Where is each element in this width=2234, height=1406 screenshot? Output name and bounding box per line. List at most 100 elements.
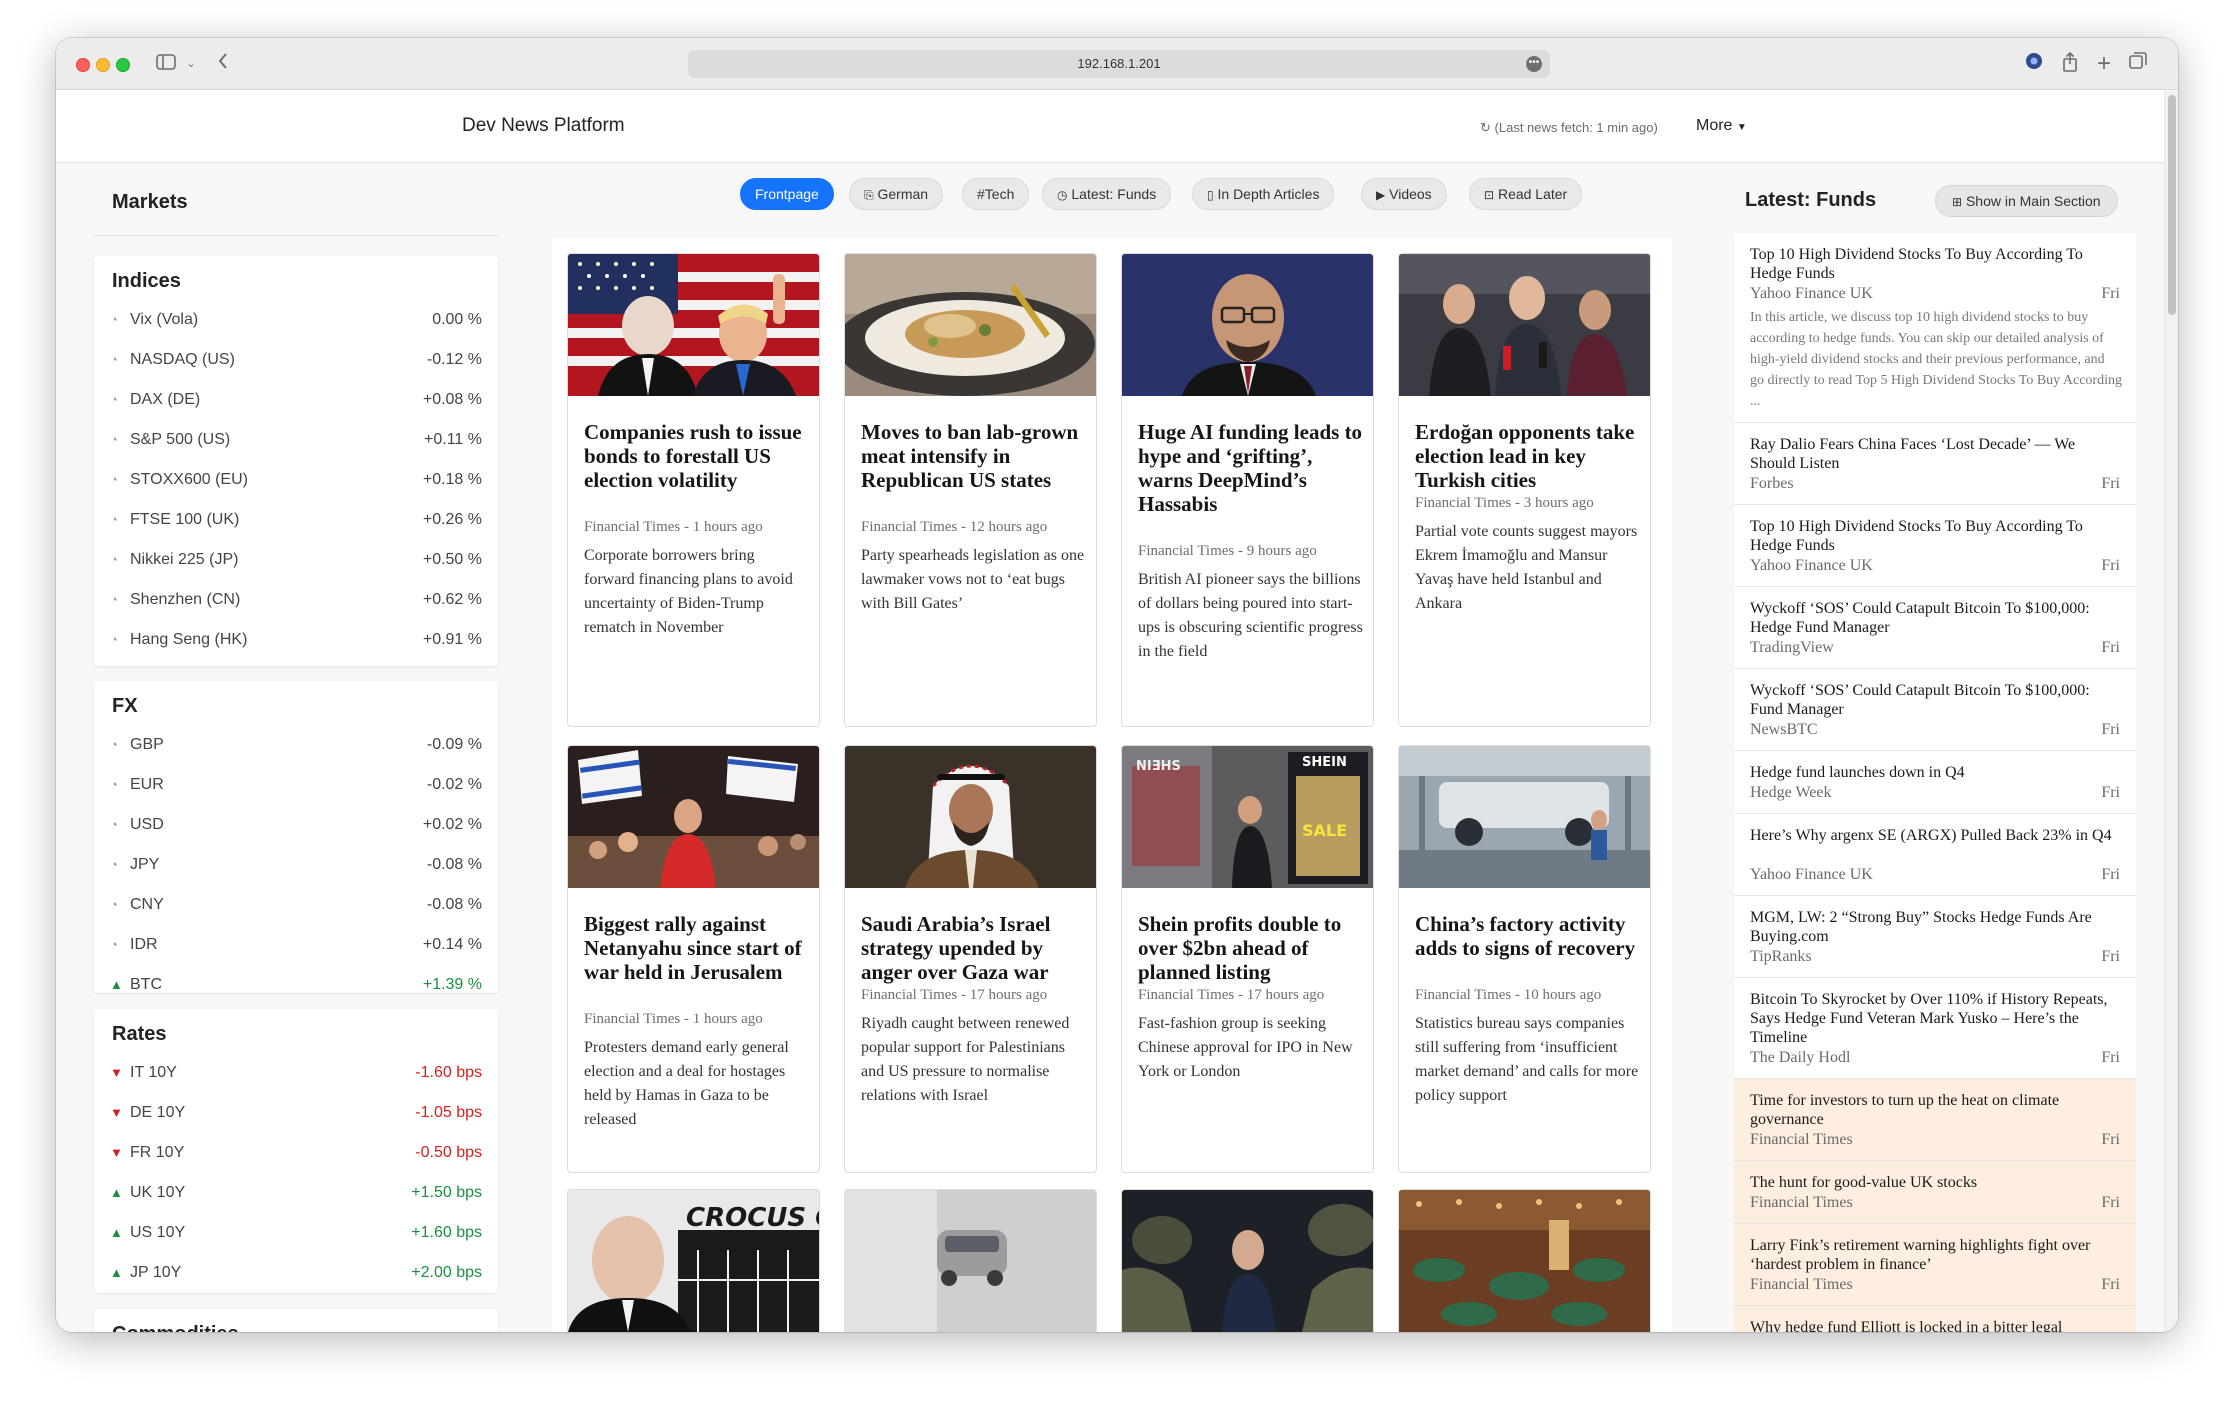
market-row[interactable]: ◔ JPY -0.08 %: [94, 846, 498, 886]
fund-news-item[interactable]: Ray Dalio Fears China Faces ‘Lost Decade…: [1734, 423, 2136, 505]
filter-in-depth-articles[interactable]: ▯ In Depth Articles: [1192, 178, 1335, 210]
fund-news-item[interactable]: The hunt for good-value UK stocks Financi…: [1734, 1161, 2136, 1224]
fund-news-title[interactable]: Bitcoin To Skyrocket by Over 110% if His…: [1750, 990, 2122, 1047]
address-bar[interactable]: 192.168.1.201 •••: [688, 50, 1550, 78]
market-name: GBP: [130, 736, 164, 753]
filter-latest-funds[interactable]: ◷ Latest: Funds: [1042, 178, 1172, 210]
market-row[interactable]: ◔ IDR +0.14 %: [94, 926, 498, 966]
market-row[interactable]: ▲ JP 10Y +2.00 bps: [94, 1254, 498, 1294]
article-card[interactable]: [1121, 1189, 1374, 1332]
article-card[interactable]: Biggest rally against Netanyahu since st…: [567, 745, 820, 1173]
fund-news-title[interactable]: Wyckoff ‘SOS’ Could Catapult Bitcoin To …: [1750, 599, 2122, 637]
fund-news-title[interactable]: Top 10 High Dividend Stocks To Buy Accor…: [1750, 245, 2122, 283]
market-row[interactable]: ▲ US 10Y +1.60 bps: [94, 1214, 498, 1254]
market-row[interactable]: ◔ EUR -0.02 %: [94, 766, 498, 806]
filter-videos[interactable]: ▶ Videos: [1361, 178, 1447, 210]
fund-news-title[interactable]: Hedge fund launches down in Q4: [1750, 763, 2122, 782]
more-dropdown[interactable]: More ▼: [1696, 117, 1747, 135]
fund-news-item[interactable]: Bitcoin To Skyrocket by Over 110% if His…: [1734, 978, 2136, 1079]
tab-overview-icon[interactable]: [2128, 52, 2148, 76]
market-row[interactable]: ▲ BTC +1.39 %: [94, 966, 498, 1006]
article-card[interactable]: China’s factory activity adds to signs o…: [1398, 745, 1651, 1173]
article-card[interactable]: Saudi Arabia’s Israel strategy upended b…: [844, 745, 1097, 1173]
fund-news-item[interactable]: Hedge fund launches down in Q4 Hedge Week…: [1734, 751, 2136, 814]
more-dots-icon[interactable]: •••: [1526, 56, 1542, 72]
article-card[interactable]: Moves to ban lab-grown meat intensify in…: [844, 253, 1097, 727]
market-value: -0.02 %: [426, 776, 482, 793]
market-row[interactable]: ▼ FR 10Y -0.50 bps: [94, 1134, 498, 1174]
fund-news-title[interactable]: Here’s Why argenx SE (ARGX) Pulled Back …: [1750, 826, 2122, 845]
scrollbar-thumb[interactable]: [2168, 95, 2176, 315]
share-icon[interactable]: [2060, 51, 2080, 76]
market-row[interactable]: ▲ UK 10Y +1.50 bps: [94, 1174, 498, 1214]
article-card[interactable]: [844, 1189, 1097, 1332]
article-title[interactable]: Erdoğan opponents take election lead in …: [1415, 420, 1640, 492]
zoom-window-button[interactable]: [116, 58, 130, 72]
market-row[interactable]: ◔ DAX (DE) +0.08 %: [94, 381, 498, 421]
article-title[interactable]: Saudi Arabia’s Israel strategy upended b…: [861, 912, 1086, 984]
market-row[interactable]: ◔ CNY -0.08 %: [94, 886, 498, 926]
sidebar-toggle-icon[interactable]: [154, 52, 178, 76]
fund-news-item[interactable]: Time for investors to turn up the heat o…: [1734, 1079, 2136, 1161]
article-card[interactable]: CROCUS CIT: [567, 1189, 820, 1332]
extension-icon[interactable]: [2024, 52, 2044, 76]
chevron-down-icon[interactable]: ⌄: [184, 52, 198, 76]
fund-news-item[interactable]: Here’s Why argenx SE (ARGX) Pulled Back …: [1734, 814, 2136, 896]
article-card[interactable]: [1398, 1189, 1651, 1332]
fund-news-title[interactable]: MGM, LW: 2 “Strong Buy” Stocks Hedge Fun…: [1750, 908, 2122, 946]
page-scrollbar[interactable]: [2164, 91, 2178, 1332]
market-row[interactable]: ◔ FTSE 100 (UK) +0.26 %: [94, 501, 498, 541]
article-title[interactable]: Biggest rally against Netanyahu since st…: [584, 912, 809, 984]
article-title[interactable]: Shein profits double to over $2bn ahead …: [1138, 912, 1363, 984]
fund-news-title[interactable]: Wyckoff ‘SOS’ Could Catapult Bitcoin To …: [1750, 681, 2122, 719]
market-row[interactable]: ▼ IT 10Y -1.60 bps: [94, 1054, 498, 1094]
article-title[interactable]: Huge AI funding leads to hype and ‘grift…: [1138, 420, 1363, 516]
fund-news-item[interactable]: Top 10 High Dividend Stocks To Buy Accor…: [1734, 233, 2136, 423]
fund-news-title[interactable]: Top 10 High Dividend Stocks To Buy Accor…: [1750, 517, 2122, 555]
fund-news-item[interactable]: Wyckoff ‘SOS’ Could Catapult Bitcoin To …: [1734, 587, 2136, 669]
article-title[interactable]: Companies rush to issue bonds to foresta…: [584, 420, 809, 492]
market-row[interactable]: ◔ USD +0.02 %: [94, 806, 498, 846]
market-row[interactable]: ◔ GBP -0.09 %: [94, 726, 498, 766]
fund-news-title[interactable]: Time for investors to turn up the heat o…: [1750, 1091, 2122, 1129]
fund-news-title[interactable]: The hunt for good-value UK stocks: [1750, 1173, 2122, 1192]
fund-news-item[interactable]: Larry Fink’s retirement warning highligh…: [1734, 1224, 2136, 1306]
market-value: +0.26 %: [422, 511, 482, 528]
fund-news-item[interactable]: Top 10 High Dividend Stocks To Buy Accor…: [1734, 505, 2136, 587]
brand-title[interactable]: Dev News Platform: [462, 115, 625, 137]
market-row[interactable]: ◔ STOXX600 (EU) +0.18 %: [94, 461, 498, 501]
article-card[interactable]: NIƎHS SHEIN SALE Shein profits double to…: [1121, 745, 1374, 1173]
fund-news-title[interactable]: Why hedge fund Elliott is locked in a bi…: [1750, 1318, 2122, 1332]
article-summary: Partial vote counts suggest mayors Ekrem…: [1415, 523, 1638, 612]
filter-german[interactable]: ⎘ German: [849, 178, 944, 210]
minimize-window-button[interactable]: [96, 58, 110, 72]
article-title[interactable]: China’s factory activity adds to signs o…: [1415, 912, 1640, 960]
gauge-icon: ◔: [110, 392, 118, 407]
show-in-main-section-button[interactable]: ⊞ Show in Main Section: [1935, 185, 2118, 217]
market-row[interactable]: ◔ Shenzhen (CN) +0.62 %: [94, 581, 498, 621]
article-card[interactable]: Erdoğan opponents take election lead in …: [1398, 253, 1651, 727]
article-title[interactable]: Moves to ban lab-grown meat intensify in…: [861, 420, 1086, 492]
fund-news-item[interactable]: MGM, LW: 2 “Strong Buy” Stocks Hedge Fun…: [1734, 896, 2136, 978]
last-fetch-status[interactable]: ↻ (Last news fetch: 1 min ago): [1480, 120, 1658, 136]
market-row[interactable]: ◔ Vix (Vola) 0.00 %: [94, 301, 498, 341]
fund-news-item[interactable]: Why hedge fund Elliott is locked in a bi…: [1734, 1306, 2136, 1332]
fund-news-title[interactable]: Larry Fink’s retirement warning highligh…: [1750, 1236, 2122, 1274]
market-row[interactable]: ◔ Nikkei 225 (JP) +0.50 %: [94, 541, 498, 581]
fund-news-title[interactable]: Ray Dalio Fears China Faces ‘Lost Decade…: [1750, 435, 2122, 473]
article-card[interactable]: Companies rush to issue bonds to foresta…: [567, 253, 820, 727]
market-row[interactable]: ◔ Hang Seng (HK) +0.91 %: [94, 621, 498, 661]
refresh-icon: ↻: [1480, 120, 1491, 135]
url-text: 192.168.1.201: [1077, 56, 1161, 71]
close-window-button[interactable]: [76, 58, 90, 72]
filter-tech[interactable]: #Tech: [962, 178, 1030, 210]
back-arrow-icon[interactable]: [214, 52, 232, 76]
fund-news-item[interactable]: Wyckoff ‘SOS’ Could Catapult Bitcoin To …: [1734, 669, 2136, 751]
new-tab-icon[interactable]: +: [2094, 52, 2114, 76]
filter-read-later[interactable]: ⊡ Read Later: [1469, 178, 1583, 210]
filter-frontpage[interactable]: Frontpage: [740, 178, 834, 210]
article-card[interactable]: Huge AI funding leads to hype and ‘grift…: [1121, 253, 1374, 727]
market-row[interactable]: ◔ NASDAQ (US) -0.12 %: [94, 341, 498, 381]
market-row[interactable]: ◔ S&P 500 (US) +0.11 %: [94, 421, 498, 461]
market-row[interactable]: ▼ DE 10Y -1.05 bps: [94, 1094, 498, 1134]
